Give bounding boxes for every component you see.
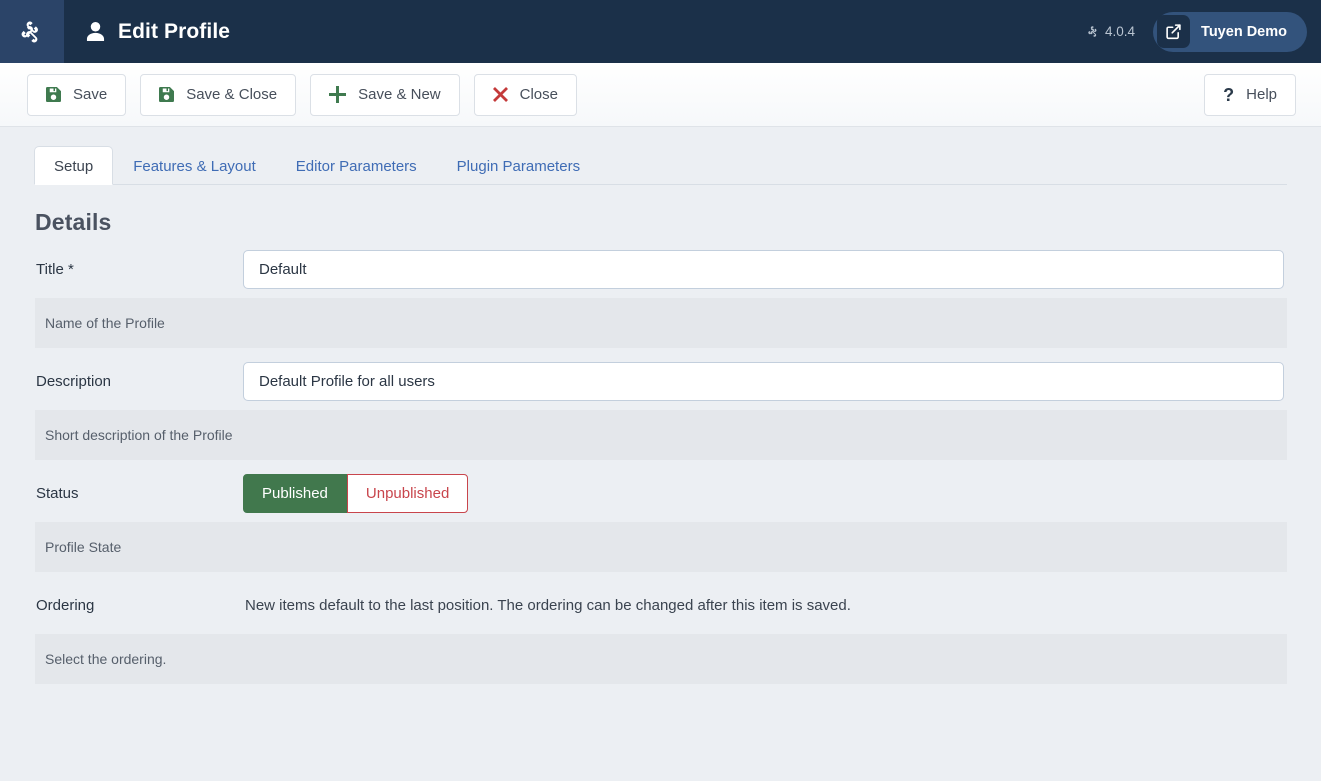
ordering-label: Ordering <box>36 596 95 614</box>
save-and-close-button-label: Save & Close <box>186 86 278 103</box>
save-and-new-button[interactable]: Save & New <box>310 73 460 116</box>
status-unpublished-button[interactable]: Unpublished <box>346 473 469 513</box>
setup-panel: Details Title * Name of the Profile Desc… <box>0 209 1321 684</box>
tab-list: Setup Features & Layout Editor Parameter… <box>34 145 1287 185</box>
status-toggle-group: Published Unpublished <box>243 473 1287 513</box>
save-button-label: Save <box>73 86 108 103</box>
status-control: Published Unpublished <box>243 473 1287 513</box>
page-title-group: Edit Profile <box>86 20 230 44</box>
description-input[interactable] <box>243 361 1284 401</box>
description-label: Description <box>36 372 112 390</box>
app-header: Edit Profile 4.0.4 Tuyen Demo <box>0 0 1321 63</box>
help-button[interactable]: ? Help <box>1204 73 1296 116</box>
tab-features-and-layout[interactable]: Features & Layout <box>113 146 276 185</box>
tab-setup[interactable]: Setup <box>34 146 114 185</box>
times-icon <box>492 87 508 102</box>
status-published-button[interactable]: Published <box>243 473 347 513</box>
field-row-title: Title * <box>34 236 1287 298</box>
field-row-description: Description <box>34 348 1287 410</box>
floppy-disk-icon <box>46 87 61 102</box>
field-row-status: Status Published Unpublished <box>34 460 1287 522</box>
ordering-control: New items default to the last position. … <box>243 597 1287 614</box>
title-control <box>243 249 1287 289</box>
title-input[interactable] <box>243 249 1284 289</box>
joomla-mark-icon <box>1087 25 1100 38</box>
floppy-disk-icon <box>159 87 175 102</box>
user-icon <box>86 21 105 42</box>
close-button-label: Close <box>519 86 558 103</box>
title-label: Title * <box>36 260 74 278</box>
page-title: Edit Profile <box>118 19 231 43</box>
external-link-icon <box>1157 15 1191 48</box>
status-label: Status <box>36 484 79 502</box>
description-help-text: Short description of the Profile <box>35 410 1287 460</box>
section-title: Details <box>35 209 112 235</box>
version-indicator: 4.0.4 <box>1087 24 1135 39</box>
ordering-help-text: Select the ordering. <box>35 634 1287 684</box>
question-mark-icon: ? <box>1223 84 1235 105</box>
description-control <box>243 361 1287 401</box>
header-right-group: 4.0.4 Tuyen Demo <box>1087 11 1321 52</box>
plus-icon <box>329 86 347 103</box>
help-button-label: Help <box>1246 86 1277 103</box>
user-menu-label: Tuyen Demo <box>1201 23 1287 40</box>
save-and-close-button[interactable]: Save & Close <box>140 73 297 116</box>
tab-plugin-parameters[interactable]: Plugin Parameters <box>437 146 600 185</box>
editor-toolbar: Save Save & Close Save & New Close ? Hel… <box>0 63 1321 127</box>
user-menu-button[interactable]: Tuyen Demo <box>1153 11 1307 52</box>
tabs-container: Setup Features & Layout Editor Parameter… <box>0 127 1321 185</box>
version-label: 4.0.4 <box>1105 24 1136 39</box>
field-row-ordering: Ordering New items default to the last p… <box>34 572 1287 634</box>
close-button[interactable]: Close <box>473 73 577 116</box>
save-button[interactable]: Save <box>27 73 127 116</box>
tab-editor-parameters[interactable]: Editor Parameters <box>276 146 437 185</box>
joomla-logo-icon <box>19 19 45 45</box>
save-and-new-button-label: Save & New <box>358 86 441 103</box>
joomla-brand-block[interactable] <box>0 0 64 63</box>
title-help-text: Name of the Profile <box>35 298 1287 348</box>
status-help-text: Profile State <box>35 522 1287 572</box>
ordering-note: New items default to the last position. … <box>245 596 851 614</box>
